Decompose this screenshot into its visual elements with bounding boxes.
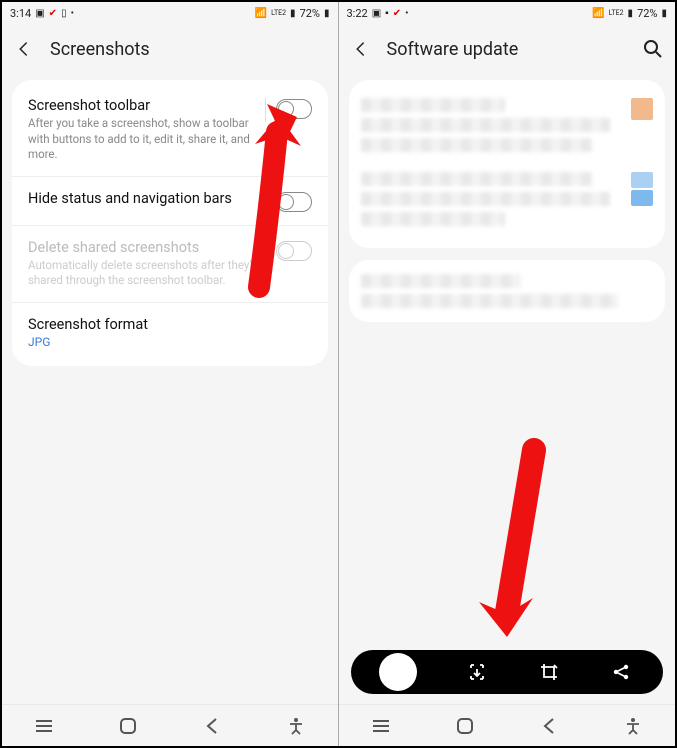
setting-delete-shared: Delete shared screenshots Automatically … — [12, 226, 328, 303]
nav-home[interactable] — [454, 715, 476, 737]
toggle-hide-bars[interactable] — [276, 192, 312, 212]
battery-pct: 72% — [300, 7, 320, 20]
nav-accessibility[interactable] — [622, 715, 644, 737]
update-list-card — [349, 260, 666, 322]
page-title: Screenshots — [50, 39, 326, 60]
annotation-arrow — [469, 442, 559, 642]
battery-icon: ▮ — [324, 8, 330, 19]
app-bar: Screenshots — [2, 24, 338, 74]
status-time: 3:14 — [10, 7, 31, 20]
screenshot-toolbar — [351, 650, 664, 694]
battery-icon: ▮ — [661, 8, 667, 19]
setting-title: Delete shared screenshots — [28, 239, 264, 256]
blur-placeholder — [361, 274, 522, 288]
setting-desc: Automatically delete screenshots after t… — [28, 258, 264, 289]
nav-recents[interactable] — [370, 715, 392, 737]
nav-accessibility[interactable] — [285, 715, 307, 737]
share-button[interactable] — [609, 660, 633, 684]
nav-bar — [339, 704, 676, 746]
phone-right-software-update: 3:22 ▣ ▪ ✔ • 📶 LTE2 ▮ 72% ▮ Software upd… — [339, 2, 676, 746]
blur-placeholder — [361, 294, 618, 308]
airtel-icon: ✔ — [49, 8, 57, 19]
nav-bar — [2, 704, 338, 746]
page-title: Software update — [387, 39, 628, 60]
setting-screenshot-toolbar[interactable]: Screenshot toolbar After you take a scre… — [12, 84, 328, 177]
setting-title: Hide status and navigation bars — [28, 190, 264, 207]
wifi-icon: 📶 — [592, 8, 604, 19]
setting-screenshot-format[interactable]: Screenshot format JPG — [12, 303, 328, 362]
toggle-screenshot-toolbar[interactable] — [276, 99, 312, 119]
gallery-icon: ▣ — [35, 8, 44, 19]
airtel-icon: ✔ — [393, 8, 401, 19]
blur-placeholder — [361, 118, 610, 132]
setting-hide-bars[interactable]: Hide status and navigation bars — [12, 177, 328, 226]
toggle-delete-shared — [276, 241, 312, 261]
search-button[interactable] — [643, 39, 663, 59]
nav-home[interactable] — [117, 715, 139, 737]
update-list-card — [349, 80, 666, 248]
app-bar: Software update — [339, 24, 676, 74]
sim-icon: ▯ — [61, 8, 67, 19]
message-icon: ▪ — [385, 8, 389, 19]
battery-pct: 72% — [637, 7, 657, 20]
back-button[interactable] — [14, 39, 34, 59]
setting-title: Screenshot format — [28, 316, 300, 333]
back-button[interactable] — [351, 39, 371, 59]
phone-left-screenshots-settings: 3:14 ▣ ✔ ▯ • 📶 LTE2 ▮ 72% ▮ Screenshots — [2, 2, 339, 746]
status-time: 3:22 — [347, 7, 368, 20]
volte-icon: LTE2 — [609, 9, 624, 17]
scroll-capture-button[interactable] — [465, 660, 489, 684]
blur-placeholder — [361, 192, 610, 206]
nav-back[interactable] — [538, 715, 560, 737]
blur-placeholder — [361, 172, 592, 186]
blur-placeholder — [361, 98, 505, 112]
update-item[interactable] — [361, 88, 654, 162]
setting-desc: After you take a screenshot, show a tool… — [28, 116, 264, 163]
blur-placeholder — [361, 212, 505, 226]
app-icon-placeholder — [631, 98, 653, 120]
signal-icon: ▮ — [628, 8, 634, 19]
crop-edit-button[interactable] — [537, 660, 561, 684]
settings-card: Screenshot toolbar After you take a scre… — [12, 80, 328, 366]
nav-recents[interactable] — [33, 715, 55, 737]
volte-icon: LTE2 — [271, 9, 286, 17]
screenshot-thumbnail[interactable] — [379, 653, 417, 691]
nav-back[interactable] — [201, 715, 223, 737]
wifi-icon: 📶 — [255, 8, 267, 19]
gallery-icon: ▣ — [372, 8, 381, 19]
signal-icon: ▮ — [290, 8, 296, 19]
status-bar: 3:22 ▣ ▪ ✔ • 📶 LTE2 ▮ 72% ▮ — [339, 2, 676, 24]
setting-sub: JPG — [28, 335, 300, 349]
status-bar: 3:14 ▣ ✔ ▯ • 📶 LTE2 ▮ 72% ▮ — [2, 2, 338, 24]
update-item[interactable] — [361, 162, 654, 236]
app-icon-placeholder — [631, 172, 653, 188]
app-icon-placeholder — [631, 190, 653, 206]
blur-placeholder — [361, 138, 592, 152]
setting-title: Screenshot toolbar — [28, 97, 264, 114]
